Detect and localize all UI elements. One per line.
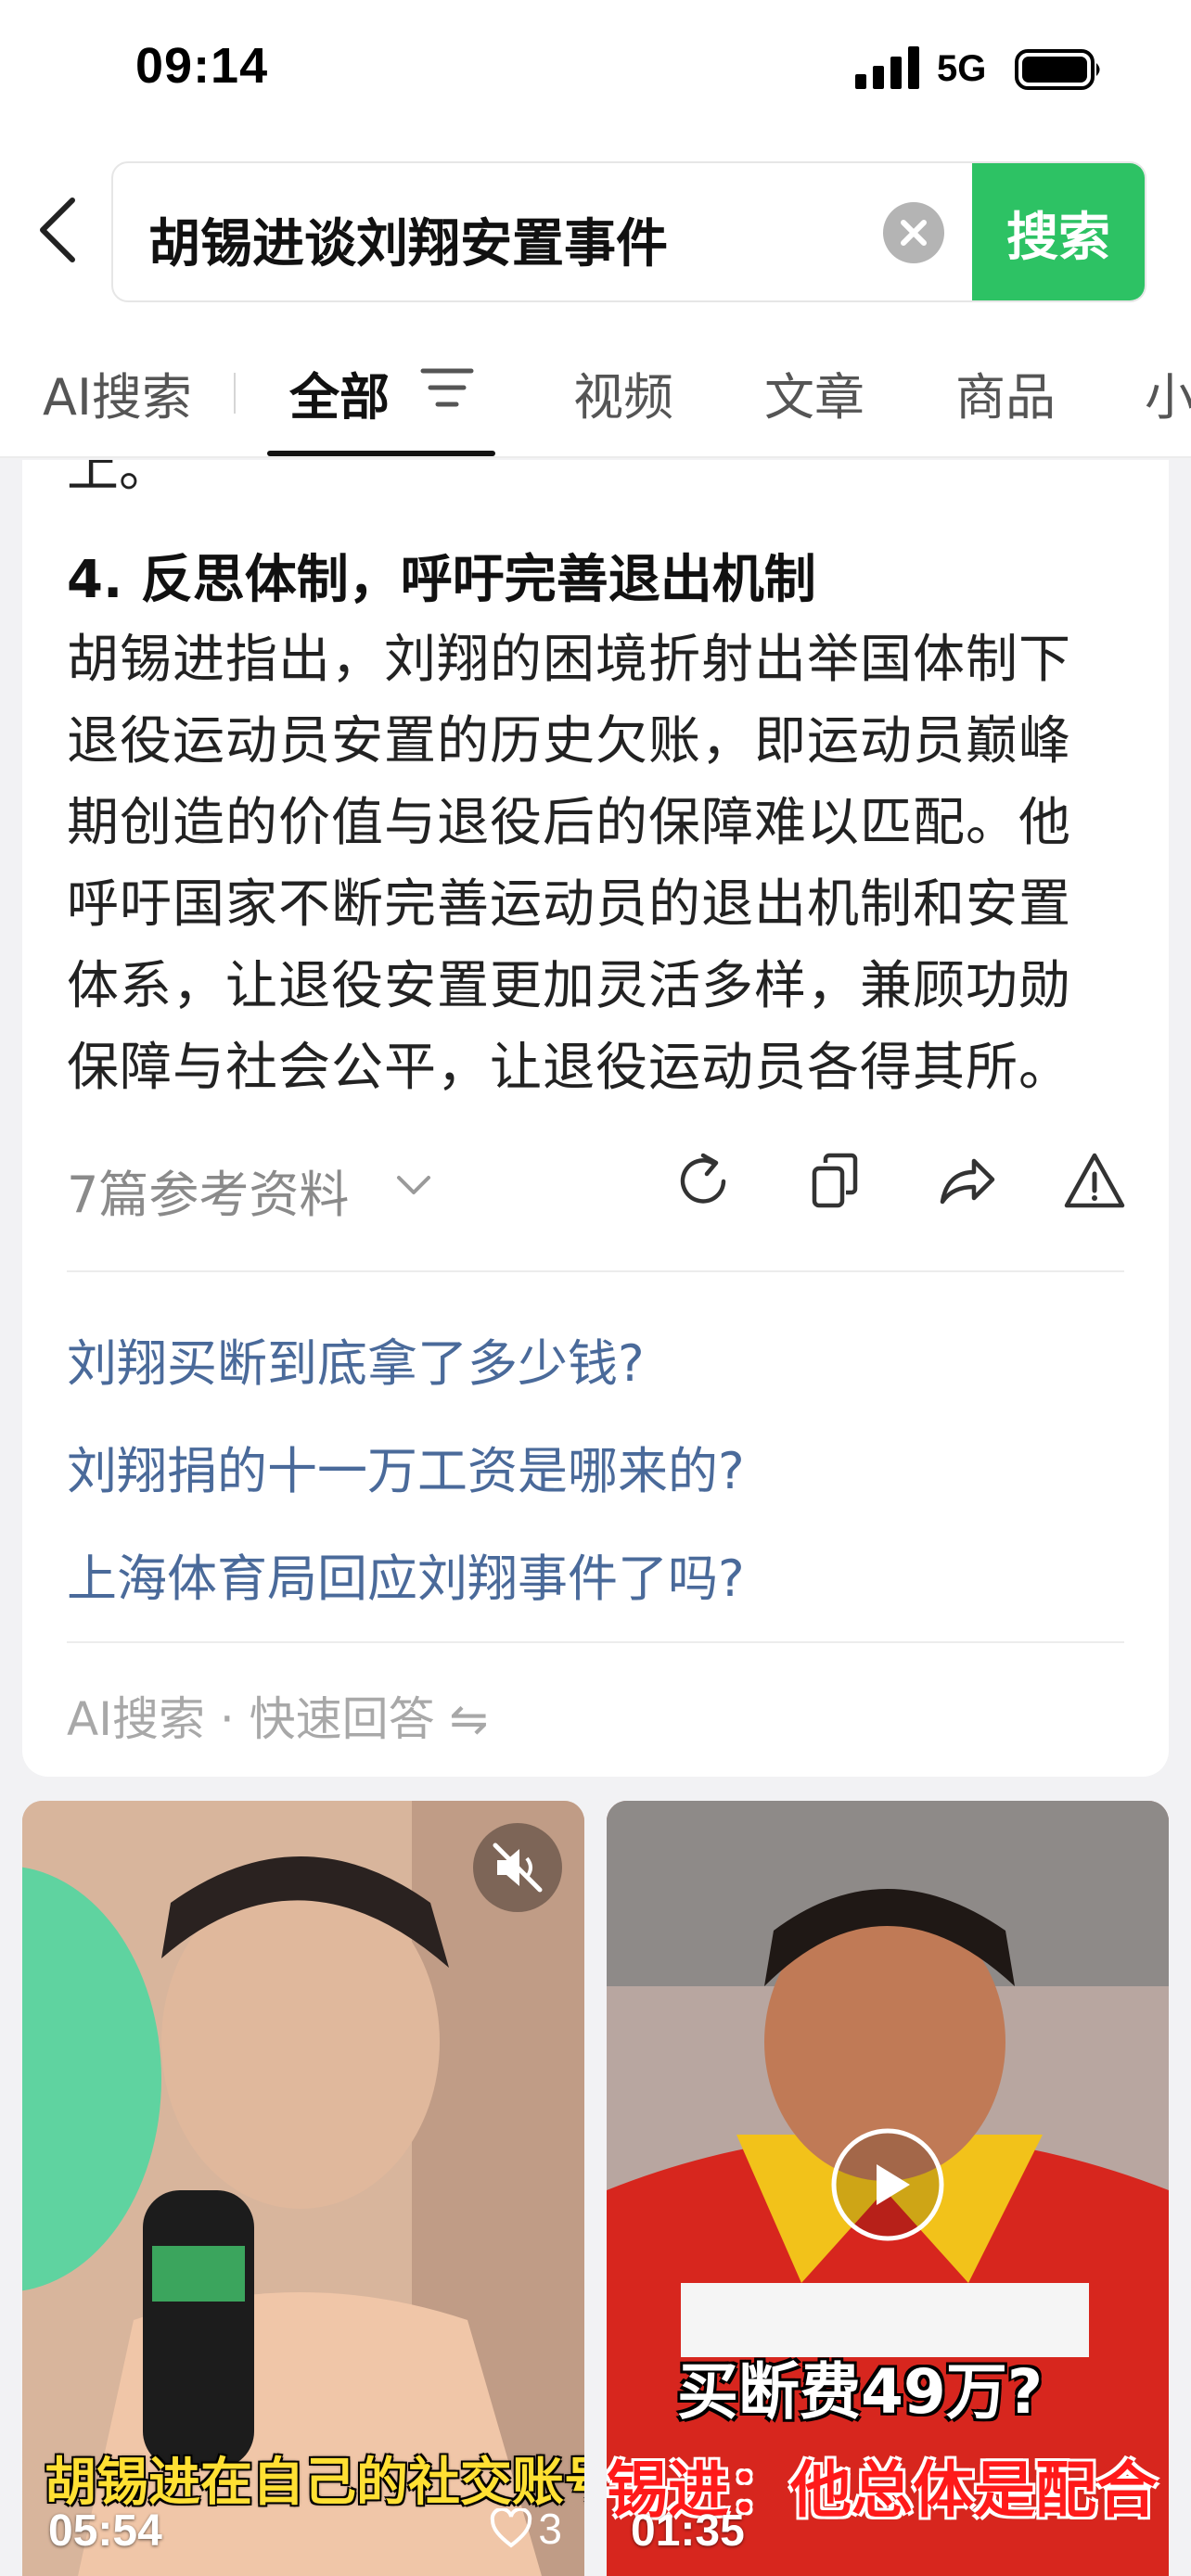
copy-icon[interactable] xyxy=(801,1148,868,1215)
video-duration: 01:35 xyxy=(631,2506,745,2556)
tab-ai-search[interactable]: AI搜索 xyxy=(43,356,192,429)
divider xyxy=(67,1270,1124,1272)
related-question-link[interactable]: 刘翔捐的十一万工资是哪来的? xyxy=(67,1430,745,1503)
tabs-bar: AI搜索 全部 视频 文章 商品 小 xyxy=(0,315,1191,458)
back-arrow-icon[interactable] xyxy=(33,195,85,265)
references-toggle[interactable]: 7篇参考资料 xyxy=(67,1154,349,1227)
answer-body-line: 期创造的价值与退役后的保障难以匹配。他 xyxy=(67,793,1071,853)
tab-goods[interactable]: 商品 xyxy=(955,356,1056,429)
filter-icon[interactable] xyxy=(419,363,475,412)
share-icon[interactable] xyxy=(933,1148,1000,1215)
clear-search-icon[interactable] xyxy=(883,202,944,263)
search-query-text[interactable]: 胡锡进谈刘翔安置事件 xyxy=(148,202,668,277)
like-count-value: 3 xyxy=(538,2505,562,2553)
refresh-icon[interactable] xyxy=(670,1148,736,1215)
tab-more[interactable]: 小 xyxy=(1145,356,1191,429)
divider xyxy=(67,1641,1124,1643)
play-icon[interactable] xyxy=(830,2127,945,2242)
status-time: 09:14 xyxy=(135,38,269,94)
related-question-link[interactable]: 刘翔买断到底拿了多少钱? xyxy=(67,1322,645,1396)
tab-all[interactable]: 全部 xyxy=(289,356,390,429)
video-card[interactable]: 买断费49万? 锡进：他总体是配合 01:35 xyxy=(607,1801,1169,2576)
answer-body-line: 胡锡进指出，刘翔的困境折射出举国体制下 xyxy=(67,630,1071,690)
answer-body-line: 体系，让退役安置更加灵活多样，兼顾功勋 xyxy=(67,956,1071,1016)
report-icon[interactable] xyxy=(1061,1148,1128,1215)
answer-body-line: 退役运动员安置的历史欠账，即运动员巅峰 xyxy=(67,711,1071,772)
answer-body-line: 呼吁国家不断完善运动员的退出机制和安置 xyxy=(67,874,1071,935)
video-duration: 05:54 xyxy=(48,2506,162,2556)
network-type: 5G xyxy=(937,48,987,89)
video-caption: 买断费49万? xyxy=(677,2356,1044,2428)
ai-quick-answer-footer[interactable]: AI搜索 · 快速回答 ⇋ xyxy=(67,1682,488,1749)
tab-divider xyxy=(234,373,236,414)
cellular-signal-icon xyxy=(855,46,919,89)
search-button[interactable]: 搜索 xyxy=(972,163,1145,300)
answer-previous-text: 上。 xyxy=(67,460,171,499)
tab-article[interactable]: 文章 xyxy=(764,356,864,429)
answer-body-line: 保障与社会公平，让退役运动员各得其所。 xyxy=(67,1038,1071,1098)
mute-icon[interactable] xyxy=(473,1823,562,1912)
related-question-link[interactable]: 上海体育局回应刘翔事件了吗? xyxy=(67,1537,745,1611)
tab-video[interactable]: 视频 xyxy=(573,356,673,429)
search-header: 胡锡进谈刘翔安置事件 搜索 xyxy=(0,139,1191,315)
video-card[interactable]: 胡锡进在自己的社交账号 05:54 3 xyxy=(22,1801,584,2576)
like-count[interactable]: 3 xyxy=(490,2504,562,2554)
active-tab-indicator xyxy=(267,451,495,456)
answer-section-title: 4. 反思体制，呼吁完善退出机制 xyxy=(67,550,816,610)
status-bar: 09:14 5G xyxy=(0,0,1191,139)
heart-icon[interactable] xyxy=(490,2508,532,2549)
battery-icon xyxy=(1015,49,1100,90)
chevron-down-icon[interactable] xyxy=(391,1165,436,1205)
ai-answer-card: 上。 4. 反思体制，呼吁完善退出机制 胡锡进指出，刘翔的困境折射出举国体制下 … xyxy=(22,460,1169,1777)
search-input[interactable]: 胡锡进谈刘翔安置事件 搜索 xyxy=(111,161,1146,302)
